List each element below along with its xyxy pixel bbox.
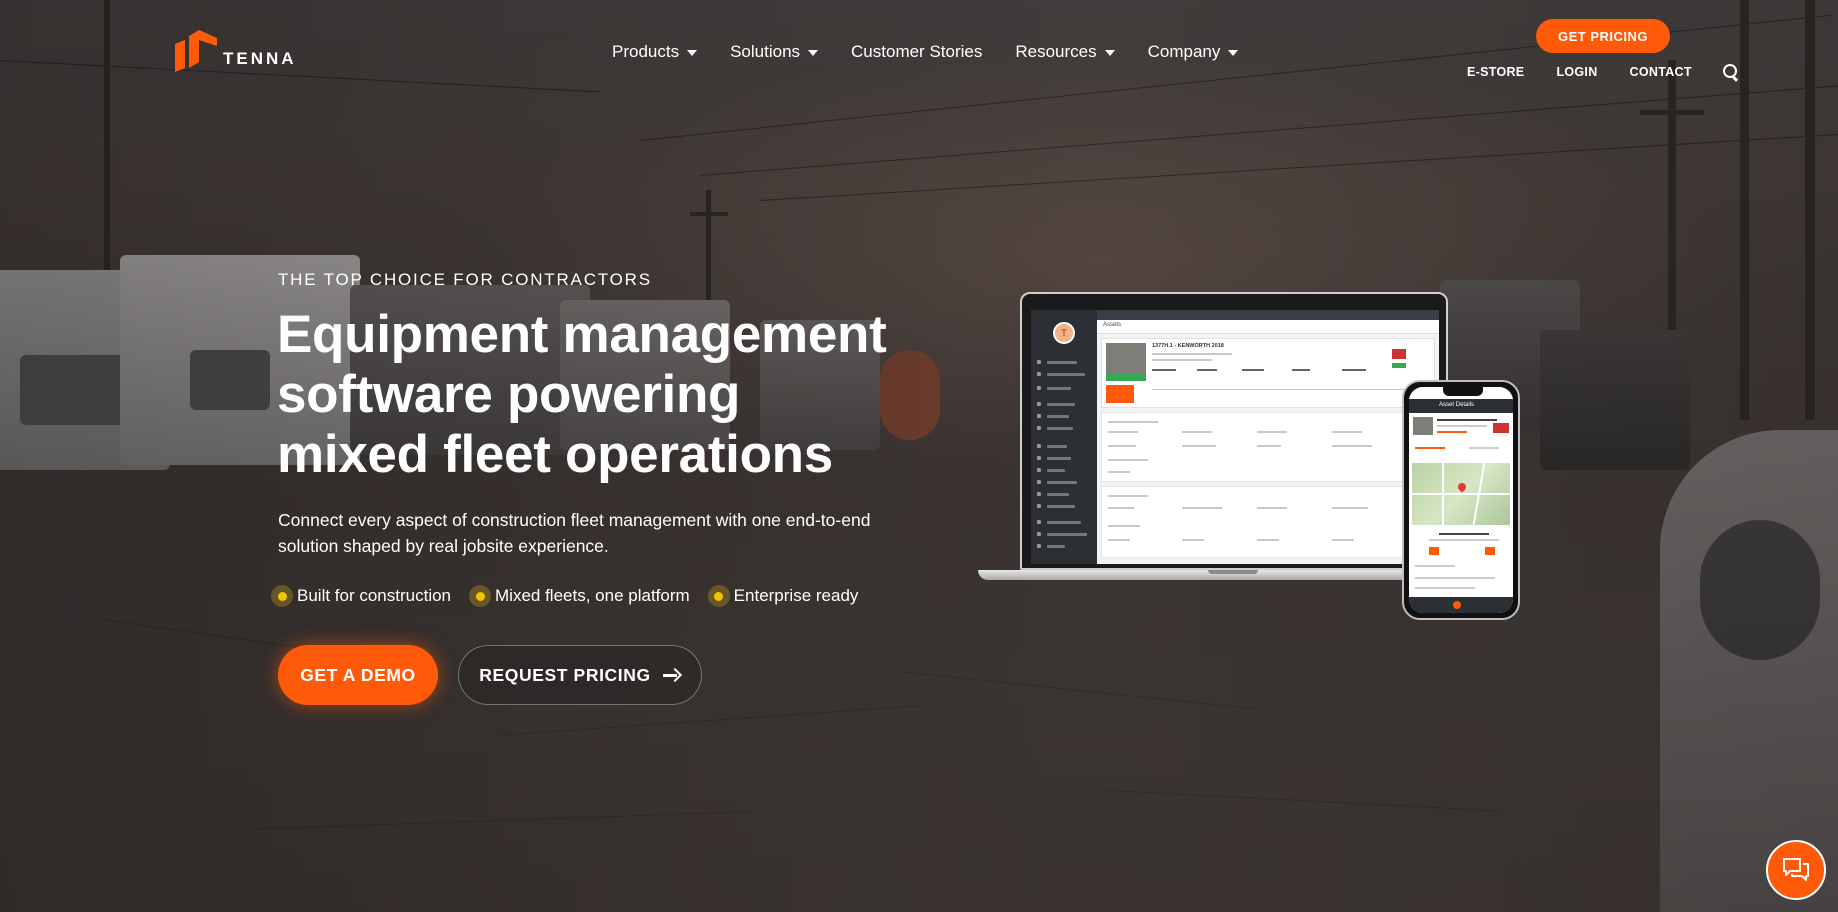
phone-header: Asset Details xyxy=(1409,399,1513,413)
nav-item-customer-stories[interactable]: Customer Stories xyxy=(851,42,982,62)
tenna-logo-mark-icon xyxy=(175,30,217,72)
nav-item-label: Products xyxy=(612,42,680,61)
bullet-item: Enterprise ready xyxy=(707,585,859,607)
tenna-logo[interactable]: TENNA xyxy=(173,28,297,76)
estore-link[interactable]: E-STORE xyxy=(1467,65,1524,79)
laptop-lid: T Assets 1377H.1 - KENWORTH 2018 xyxy=(1020,292,1448,570)
phone-mockup: Asset Details xyxy=(1402,380,1520,620)
bullet-item: Built for construction xyxy=(271,585,451,607)
bullet-dot-icon xyxy=(469,585,492,607)
login-link[interactable]: LOGIN xyxy=(1556,65,1597,79)
contact-link[interactable]: CONTACT xyxy=(1630,65,1692,79)
app-title: Assets xyxy=(1103,322,1122,328)
chat-bubbles-icon xyxy=(1783,858,1809,881)
app-detail-section xyxy=(1101,486,1435,558)
asset-card: 1377H.1 - KENWORTH 2018 xyxy=(1101,338,1435,408)
hero-eyebrow: THE TOP CHOICE FOR CONTRACTORS xyxy=(278,270,652,289)
get-a-demo-button[interactable]: GET A DEMO xyxy=(278,645,438,705)
arrow-right-icon xyxy=(662,668,681,682)
bullet-dot-icon xyxy=(271,585,293,607)
nav-item-resources[interactable]: Resources xyxy=(1015,42,1115,62)
nav-item-solutions[interactable]: Solutions xyxy=(730,42,819,62)
caret-down-icon xyxy=(1104,50,1115,56)
nav-item-label: Customer Stories xyxy=(851,42,983,61)
phone-map xyxy=(1412,463,1510,525)
app-tabs xyxy=(1097,320,1439,334)
bullet-item: Mixed fleets, one platform xyxy=(469,585,690,607)
caret-down-icon xyxy=(808,50,819,56)
bullet-dot-icon xyxy=(707,585,730,607)
caret-down-icon xyxy=(1228,50,1239,56)
main-nav: Products Solutions Customer Stories Reso… xyxy=(612,42,1271,62)
request-pricing-button[interactable]: REQUEST PRICING xyxy=(458,645,702,705)
nav-item-label: Resources xyxy=(1015,42,1097,61)
hero-bullets: Built for construction Mixed fleets, one… xyxy=(271,585,876,607)
asset-title: 1377H.1 - KENWORTH 2018 xyxy=(1152,343,1224,349)
utility-nav: E-STORE LOGIN CONTACT xyxy=(1467,63,1740,81)
hero-background xyxy=(0,0,1838,912)
phone-header-title: Asset Details xyxy=(1439,402,1475,408)
nav-item-label: Company xyxy=(1147,42,1221,61)
search-icon[interactable] xyxy=(1722,63,1740,81)
bullet-label: Enterprise ready xyxy=(733,586,859,605)
hero-subtext: Connect every aspect of construction fle… xyxy=(278,510,871,556)
app-detail-section xyxy=(1101,412,1435,482)
laptop-mockup: T Assets 1377H.1 - KENWORTH 2018 xyxy=(978,292,1488,592)
headline-line: Equipment management xyxy=(277,305,887,364)
bullet-label: Mixed fleets, one platform xyxy=(495,586,690,605)
logo-wordmark: TENNA xyxy=(223,49,297,68)
get-pricing-button[interactable]: GET PRICING xyxy=(1536,19,1670,53)
phone-tab-bar xyxy=(1409,597,1513,613)
app-topbar xyxy=(1097,310,1439,320)
caret-down-icon xyxy=(687,50,698,56)
app-sidebar: T xyxy=(1031,310,1097,564)
headline-line: mixed fleet operations xyxy=(277,425,833,484)
nav-item-company[interactable]: Company xyxy=(1148,42,1239,62)
laptop-screen: T Assets 1377H.1 - KENWORTH 2018 xyxy=(1031,310,1439,564)
request-pricing-label: REQUEST PRICING xyxy=(479,664,651,685)
nav-item-label: Solutions xyxy=(730,42,801,61)
chat-button[interactable] xyxy=(1766,840,1826,900)
headline-line: software powering xyxy=(277,365,741,424)
bullet-label: Built for construction xyxy=(297,586,452,605)
hero-headline: Equipment management software powering m… xyxy=(277,305,917,485)
avatar: T xyxy=(1053,322,1075,344)
nav-item-products[interactable]: Products xyxy=(612,42,698,62)
phone-screen: Asset Details xyxy=(1409,387,1513,613)
map-pin-icon xyxy=(1456,481,1468,493)
